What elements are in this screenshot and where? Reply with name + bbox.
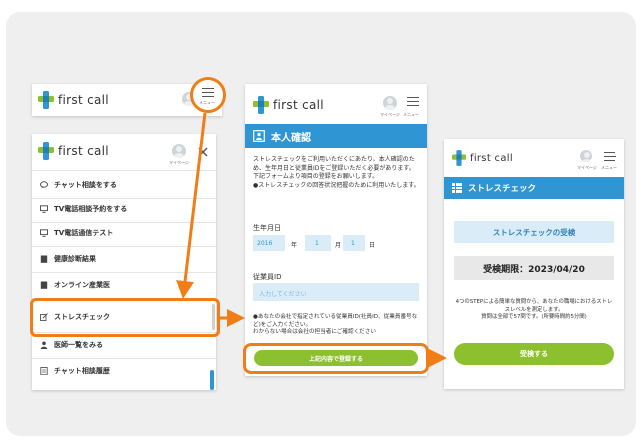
arrow-menu-to-stress <box>176 112 207 299</box>
flow-arrows <box>176 112 447 367</box>
